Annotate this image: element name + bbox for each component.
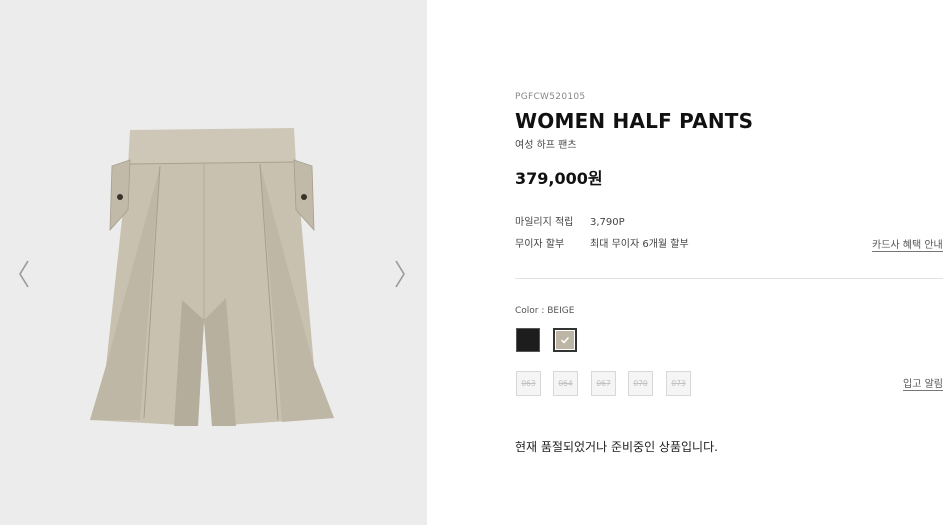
size-option-070[interactable]: 070 (628, 371, 653, 396)
sold-out-message: 현재 품절되었거나 준비중인 상품입니다. (515, 440, 718, 454)
product-price: 379,000원 (515, 169, 603, 188)
product-image (90, 128, 334, 426)
next-image-button[interactable] (390, 256, 410, 292)
mileage-value: 3,790P (590, 217, 625, 228)
size-option-073[interactable]: 073 (666, 371, 691, 396)
color-label: Color : BEIGE (515, 306, 575, 316)
product-title: WOMEN HALF PANTS (515, 109, 754, 133)
installment-value: 최대 무이자 6개월 할부 (590, 239, 689, 250)
color-swatch-black[interactable] (516, 328, 540, 352)
check-icon (560, 336, 570, 344)
product-code: PGFCW520105 (515, 92, 586, 102)
size-option-064[interactable]: 064 (553, 371, 578, 396)
product-gallery (0, 0, 427, 525)
installment-row: 무이자 할부 최대 무이자 6개월 할부 (515, 235, 689, 250)
size-option-067[interactable]: 067 (591, 371, 616, 396)
mileage-row: 마일리지 적립 3,790P (515, 213, 625, 228)
chevron-right-icon (395, 260, 405, 288)
installment-label: 무이자 할부 (515, 239, 565, 250)
color-swatch-beige[interactable] (553, 328, 577, 352)
card-benefit-link[interactable]: 카드사 혜택 안내 (872, 236, 943, 252)
chevron-left-icon (19, 260, 29, 288)
product-subtitle: 여성 하프 팬츠 (515, 140, 577, 151)
prev-image-button[interactable] (14, 256, 34, 292)
size-option-063[interactable]: 063 (516, 371, 541, 396)
divider (515, 278, 943, 279)
mileage-label: 마일리지 적립 (515, 217, 574, 228)
restock-notify-link[interactable]: 입고 알림 (903, 375, 943, 391)
